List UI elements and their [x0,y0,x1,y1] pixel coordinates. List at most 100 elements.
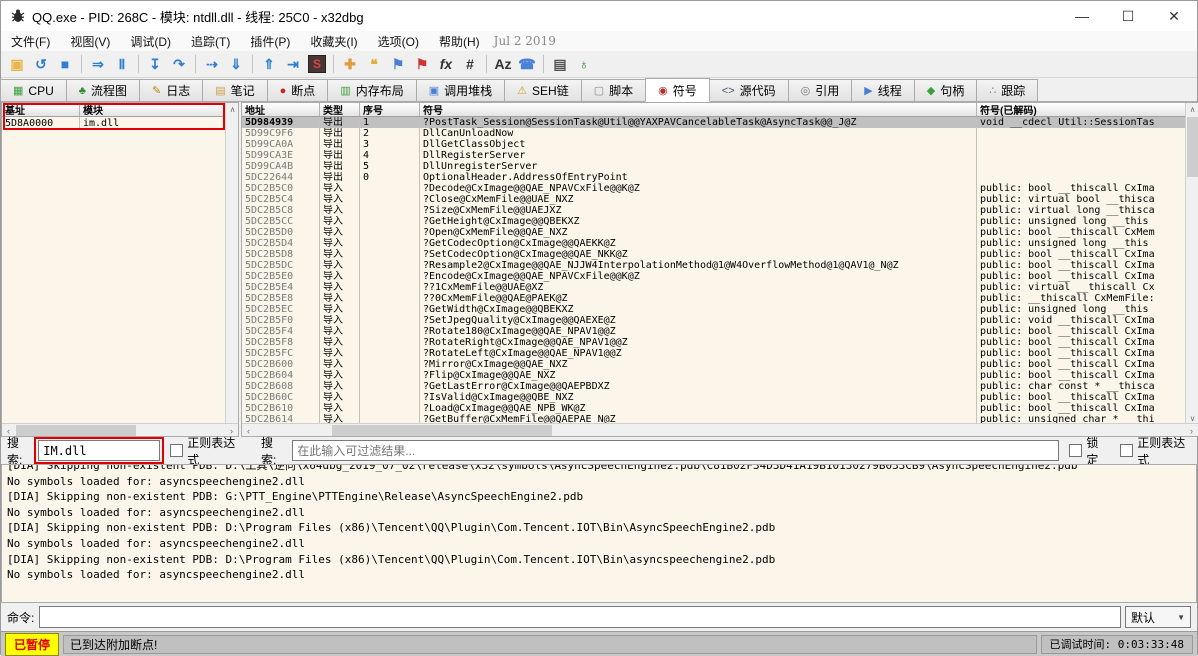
tab-跟踪[interactable]: ∴跟踪 [976,79,1038,101]
tab-断点[interactable]: ●断点 [267,79,329,101]
symbol-row[interactable]: 5DC2B60C导入?IsValid@CxImage@@QBE_NXZpubli… [242,392,1198,403]
strings-icon[interactable]: Az [491,53,515,75]
symbol-row[interactable]: 5DC2B5E4导入??1CxMemFile@@UAE@XZpublic: vi… [242,282,1198,293]
module-search-input[interactable] [38,440,160,461]
symbol-row[interactable]: 5D99CA4B导出5DllUnregisterServer [242,161,1198,172]
open-file-icon[interactable]: ▣ [5,53,29,75]
symbol-row[interactable]: 5DC2B5F4导入?Rotate180@CxImage@@QAE_NPAV1@… [242,326,1198,337]
symbol-row[interactable]: 5DC2B5C8导入?Size@CxMemFile@@UAEJXZpublic:… [242,205,1198,216]
tab-label: 调用堆栈 [444,82,492,99]
symbols-horizontal-scrollbar[interactable]: ‹ › [242,423,1198,436]
symbol-addr: 5DC2B5CC [242,216,320,227]
run-to-user-code-icon[interactable]: ⇢ [200,53,224,75]
scroll-up-arrow[interactable]: ∧ [1186,103,1198,116]
minimize-button[interactable]: — [1059,1,1105,31]
menu-item[interactable]: 帮助(H) [429,31,490,52]
globe-icon[interactable]: ♁ [572,53,596,75]
execute-till-return-icon[interactable]: ⇑ [257,53,281,75]
tab-句柄[interactable]: ◆句柄 [914,79,977,101]
symbol-row[interactable]: 5DC2B5F8导入?RotateRight@CxImage@@QAE_NPAV… [242,337,1198,348]
scroll-up-arrow[interactable]: ∧ [226,103,239,116]
tab-SEH链[interactable]: ⚠SEH链 [504,79,582,101]
bookmarks-icon[interactable]: ⚑ [410,53,434,75]
tab-线程[interactable]: ▶线程 [851,79,914,101]
close-button[interactable]: ✕ [1151,1,1197,31]
symbol-row[interactable]: 5DC2B5FC导入?RotateLeft@CxImage@@QAE_NPAV1… [242,348,1198,359]
tab-符号[interactable]: ◉符号 [645,78,710,102]
menu-item[interactable]: 文件(F) [1,31,60,52]
scrollbar-thumb[interactable] [1187,117,1198,177]
comments-icon[interactable]: ❝ [362,53,386,75]
symbol-row[interactable]: 5DC2B608导入?GetLastError@CxImage@@QAEPBDX… [242,381,1198,392]
symbol-row[interactable]: 5DC2B5E8导入??0CxMemFile@@QAE@PAEK@Zpublic… [242,293,1198,304]
tab-引用[interactable]: ◎引用 [788,79,853,101]
symbol-sym: ?Open@CxMemFile@@QAE_NXZ [420,227,977,238]
symbol-row[interactable]: 5DC2B5E0导入?Encode@CxImage@@QAE_NPAVCxFil… [242,271,1198,282]
symbol-addr: 5D99CA3E [242,150,320,161]
symbol-row[interactable]: 5DC2B5DC导入?Resample2@CxImage@@QAE_NJJW4I… [242,260,1198,271]
symbols-vertical-scrollbar[interactable]: ∧ ∨ [1185,103,1198,425]
symbol-row[interactable]: 5DC2B604导入?Flip@CxImage@@QAE_NXZpublic: … [242,370,1198,381]
toolbar-separator [252,55,253,73]
symbol-filter-input[interactable] [292,440,1059,461]
modules-vertical-scrollbar[interactable]: ∧ [225,103,238,425]
regex-checkbox[interactable] [170,444,183,457]
symbol-row[interactable]: 5DC22644导出0OptionalHeader.AddressOfEntry… [242,172,1198,183]
command-profile-dropdown[interactable]: 默认 ▼ [1125,606,1191,628]
symbol-ord [360,337,420,348]
symbol-row[interactable]: 5D99C9F6导出2DllCanUnloadNow [242,128,1198,139]
restart-icon[interactable]: ↺ [29,53,53,75]
tab-内存布局[interactable]: ▥内存布局 [327,79,416,101]
menu-item[interactable]: 调试(D) [120,31,181,52]
tab-笔记[interactable]: ▤笔记 [202,79,267,101]
symbol-row[interactable]: 5DC2B610导入?Load@CxImage@@QAE_NPB_WK@Zpub… [242,403,1198,414]
tab-源代码[interactable]: <>源代码 [709,79,789,101]
stop-icon[interactable]: ■ [53,53,77,75]
symbol-row[interactable]: 5DC2B5D4导入?GetCodecOption@CxImage@@QAEKK… [242,238,1198,249]
symbol-sym: ?Rotate180@CxImage@@QAE_NPAV1@@Z [420,326,977,337]
calculator-icon[interactable]: ▤ [548,53,572,75]
symbol-row[interactable]: 5DC2B5C4导入?Close@CxMemFile@@UAE_NXZpubli… [242,194,1198,205]
tab-流程图[interactable]: ♣流程图 [66,79,140,101]
symbol-row[interactable]: 5DC2B600导入?Mirror@CxImage@@QAE_NXZpublic… [242,359,1198,370]
menu-item[interactable]: 选项(O) [368,31,429,52]
run-icon[interactable]: ⇒ [86,53,110,75]
scrollbar-thumb[interactable] [332,425,552,436]
pause-icon[interactable]: Ⅱ [110,53,134,75]
step-out-icon[interactable]: ⇓ [224,53,248,75]
step-over-icon[interactable]: ↷ [167,53,191,75]
hash-icon[interactable]: # [458,53,482,75]
tab-CPU[interactable]: ▦CPU [0,79,67,101]
lock-checkbox[interactable] [1069,444,1082,457]
symbol-row[interactable]: 5DC2B5D0导入?Open@CxMemFile@@QAE_NXZpublic… [242,227,1198,238]
symbol-row[interactable]: 5DC2B5EC导入?GetWidth@CxImage@@QBEKXZpubli… [242,304,1198,315]
symbol-row[interactable]: 5D99CA0A导出3DllGetClassObject [242,139,1198,150]
symbol-row[interactable]: 5DC2B5CC导入?GetHeight@CxImage@@QBEKXZpubl… [242,216,1198,227]
symbol-sym: ?IsValid@CxImage@@QBE_NXZ [420,392,977,403]
menu-item[interactable]: 插件(P) [240,31,300,52]
call-phone-icon[interactable]: ☎ [515,53,539,75]
regex2-checkbox[interactable] [1120,444,1133,457]
tab-调用堆栈[interactable]: ▣调用堆栈 [416,79,505,101]
patch-icon[interactable]: ✚ [338,53,362,75]
menu-item[interactable]: 视图(V) [60,31,120,52]
symbol-row[interactable]: 5DC2B5D8导入?SetCodecOption@CxImage@@QAE_N… [242,249,1198,260]
tab-日志[interactable]: ✎日志 [139,79,203,101]
module-row[interactable]: 5D8A0000im.dll [2,117,238,130]
functions-icon[interactable]: fx [434,53,458,75]
symbol-row[interactable]: 5DC2B5C0导入?Decode@CxImage@@QAE_NPAVCxFil… [242,183,1198,194]
scylla-icon[interactable]: S [308,55,326,73]
tab-脚本[interactable]: ▢脚本 [581,79,646,101]
symbol-row[interactable]: 5D984939导出1?PostTask_Session@SessionTask… [242,117,1198,128]
maximize-button[interactable]: ☐ [1105,1,1151,31]
menu-item[interactable]: 追踪(T) [181,31,240,52]
step-into-icon[interactable]: ↧ [143,53,167,75]
menu-item[interactable]: 收藏夹(I) [300,31,367,52]
command-input[interactable] [39,606,1121,628]
tab-label: SEH链 [532,82,569,99]
labels-icon[interactable]: ⚑ [386,53,410,75]
symbol-row[interactable]: 5D99CA3E导出4DllRegisterServer [242,150,1198,161]
attach-thread-icon[interactable]: ⇥ [281,53,305,75]
tab-label: 源代码 [740,82,776,99]
symbol-row[interactable]: 5DC2B5F0导入?SetJpegQuality@CxImage@@QAEXE… [242,315,1198,326]
